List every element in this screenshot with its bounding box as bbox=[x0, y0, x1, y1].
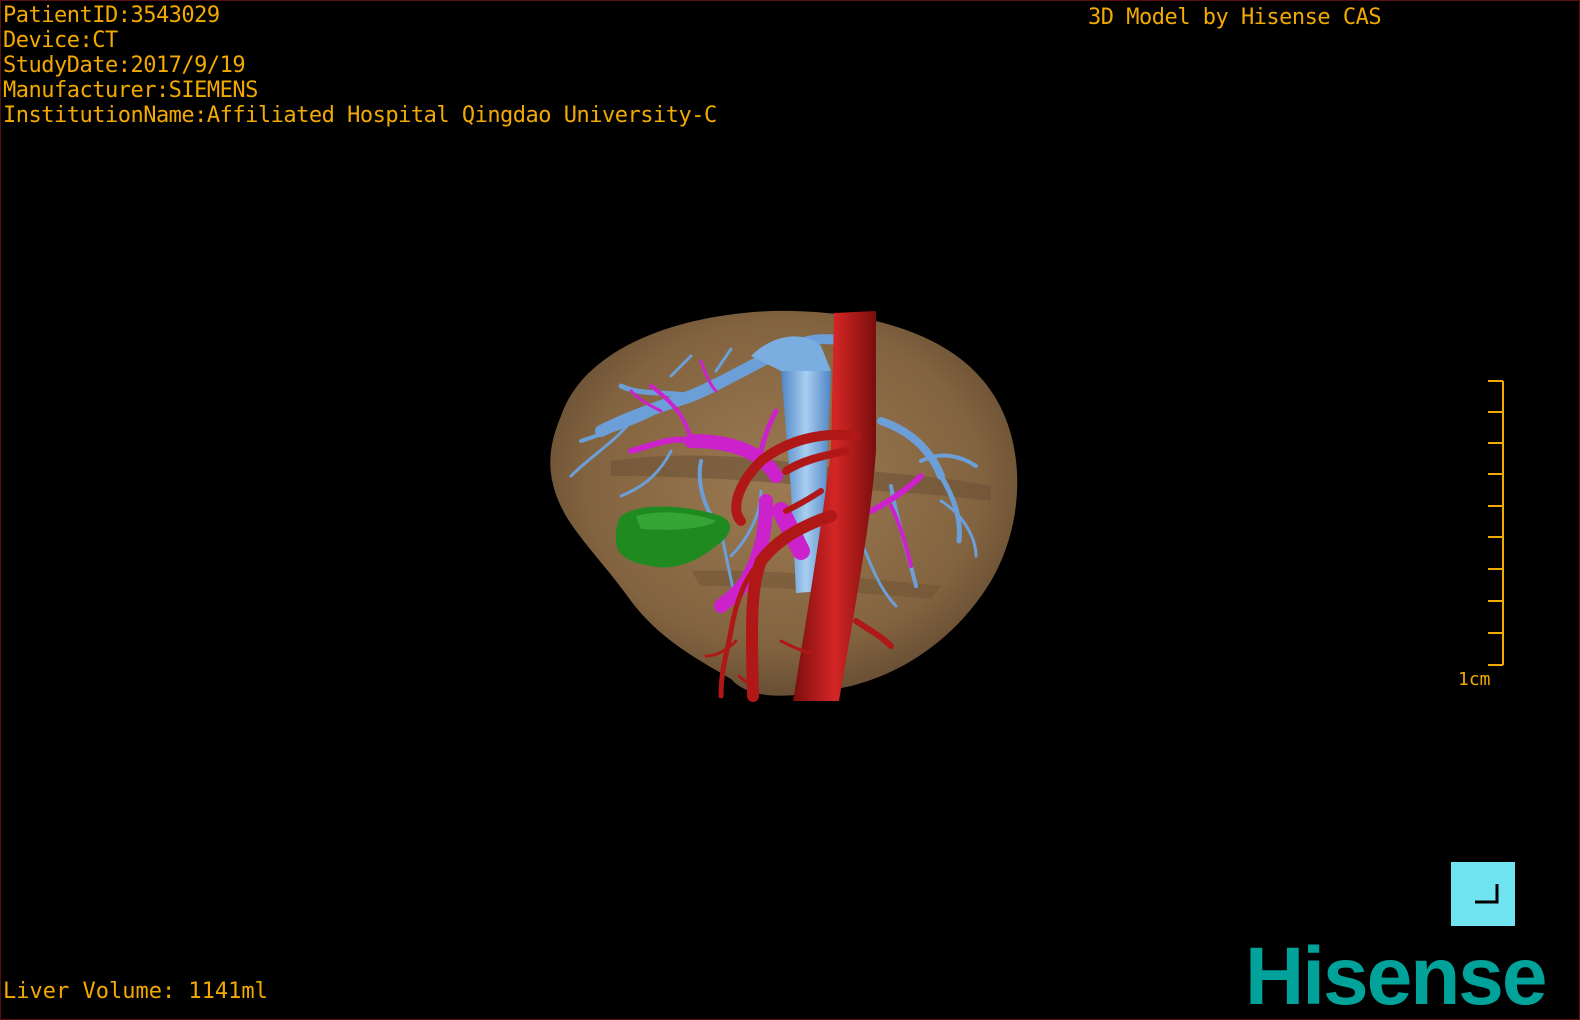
scale-label: 1cm bbox=[1458, 669, 1491, 690]
scale-bar bbox=[1488, 380, 1504, 666]
corner-toggle-button[interactable] bbox=[1451, 862, 1515, 926]
patient-id-label: PatientID:3543029 bbox=[3, 3, 220, 28]
corner-bracket-icon bbox=[1475, 884, 1499, 904]
liver-volume-label: Liver Volume: 1141ml bbox=[3, 979, 268, 1004]
app-title: 3D Model by Hisense CAS bbox=[1088, 5, 1382, 30]
render-viewport[interactable]: PatientID:3543029 Device:CT StudyDate:20… bbox=[0, 0, 1580, 1020]
device-label: Device:CT bbox=[3, 28, 118, 53]
liver-3d-model[interactable] bbox=[521, 301, 1041, 721]
institution-label: InstitutionName:Affiliated Hospital Qing… bbox=[3, 103, 717, 128]
manufacturer-label: Manufacturer:SIEMENS bbox=[3, 78, 258, 103]
study-date-label: StudyDate:2017/9/19 bbox=[3, 53, 246, 78]
hisense-logo: Hisense bbox=[1245, 931, 1548, 1020]
